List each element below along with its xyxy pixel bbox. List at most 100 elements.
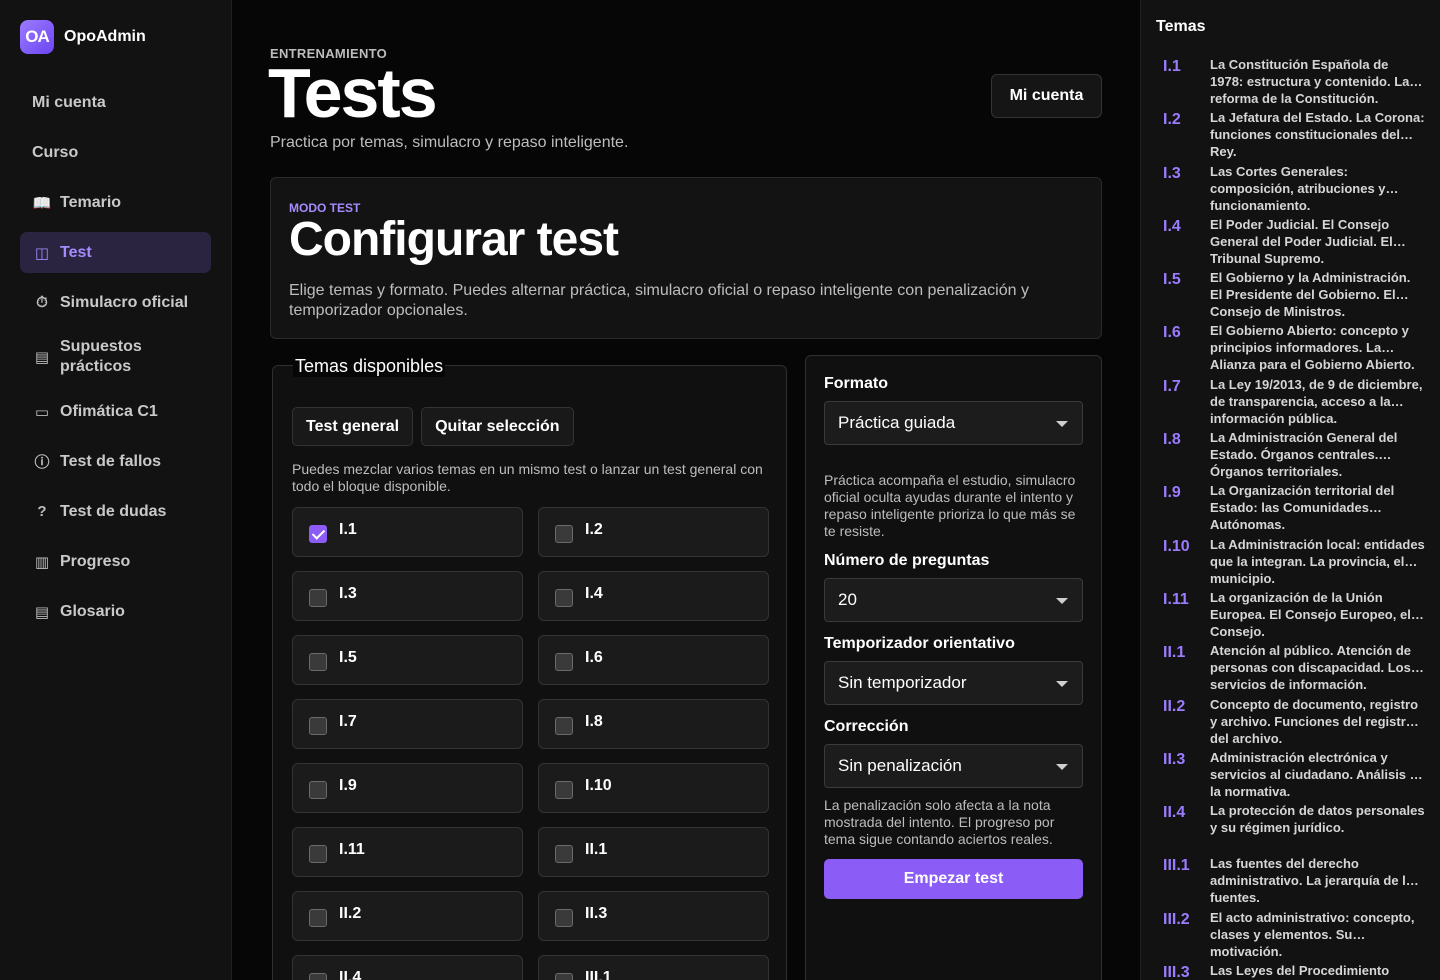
sidebar-item-label: Supuestos prácticos (60, 338, 142, 375)
topic-option[interactable]: II.2 (292, 891, 523, 941)
sidebar-item-temario[interactable]: 📖 Temario (20, 182, 211, 223)
topic-option[interactable]: I.1 (292, 507, 523, 557)
topic-checkbox[interactable] (555, 973, 573, 980)
start-test-button[interactable]: Empezar test (824, 859, 1083, 899)
topic-option[interactable]: I.6 (538, 635, 769, 685)
topic-checkbox[interactable] (555, 653, 573, 671)
sidebar-item-test-de-fallos[interactable]: ⓘ Test de fallos (20, 441, 211, 482)
tema-code: I.2 (1163, 111, 1181, 129)
correction-select[interactable]: Sin penalización (824, 744, 1083, 788)
tema-item[interactable]: I.2 La Jefatura del Estado. La Corona: fu… (1155, 109, 1435, 162)
tema-item[interactable]: I.3 Las Cortes Generales: composición, at… (1155, 163, 1435, 216)
tema-code: II.3 (1163, 750, 1186, 768)
topic-option[interactable]: I.3 (292, 571, 523, 621)
sidebar-item-label: Test de fallos (60, 452, 162, 470)
clipboard-icon: ▤ (34, 349, 50, 366)
topic-option[interactable]: I.9 (292, 763, 523, 813)
topic-checkbox[interactable] (309, 589, 327, 607)
topic-option[interactable]: III.1 (538, 955, 769, 980)
topic-checkbox[interactable] (309, 973, 327, 980)
account-button[interactable]: Mi cuenta (991, 74, 1102, 118)
tema-item[interactable]: I.10 La Administración local: entidades q… (1155, 536, 1435, 589)
tema-code: III.3 (1163, 964, 1190, 980)
topic-checkbox[interactable] (555, 909, 573, 927)
tema-item[interactable]: III.3 Las Leyes del Procedimiento Adminis… (1155, 962, 1435, 980)
tema-item[interactable]: II.4 La protección de datos personales y … (1155, 802, 1435, 855)
topic-checkbox[interactable] (309, 845, 327, 863)
topic-option[interactable]: I.11 (292, 827, 523, 877)
topic-option[interactable]: I.8 (538, 699, 769, 749)
topic-code: I.3 (339, 585, 357, 602)
tema-item[interactable]: I.11 La organización de la Unión Europea.… (1155, 589, 1435, 642)
sidebar: OA OpoAdmin Mi cuenta Curso 📖 Temario ◫ Test ⏱… (0, 0, 232, 980)
sidebar-item-curso[interactable]: Curso (20, 132, 211, 173)
topic-checkbox[interactable] (555, 589, 573, 607)
tema-item[interactable]: I.9 La Organización territorial del Estad… (1155, 482, 1435, 535)
chevron-down-icon (1056, 598, 1068, 604)
tema-item[interactable]: I.4 El Poder Judicial. El Consejo General… (1155, 216, 1435, 269)
tema-item[interactable]: I.7 La Ley 19/2013, de 9 de diciembre, de… (1155, 376, 1435, 429)
sidebar-item-supuestos-prácticos[interactable]: ▤ Supuestos prácticos (20, 332, 211, 382)
page-title: Tests (268, 54, 438, 132)
library-icon: ▤ (34, 603, 50, 621)
sidebar-item-mi-cuenta[interactable]: Mi cuenta (20, 82, 211, 123)
format-label: Formato (824, 375, 888, 392)
tema-item[interactable]: I.1 La Constitución Española de 1978: est… (1155, 56, 1435, 109)
topic-checkbox[interactable] (555, 525, 573, 543)
tema-text: El acto administrativo: concepto, clases… (1210, 909, 1415, 959)
tema-item[interactable]: I.8 La Administración General del Estado.… (1155, 429, 1435, 482)
tema-text: La organización de la Unión Europea. El … (1210, 589, 1411, 639)
sidebar-item-ofimática-c1[interactable]: ▭ Ofimática C1 (20, 391, 211, 432)
sidebar-item-test[interactable]: ◫ Test (20, 232, 211, 273)
topic-option[interactable]: II.1 (538, 827, 769, 877)
sidebar-item-label: Simulacro oficial (60, 293, 189, 311)
timer-select[interactable]: Sin temporizador (824, 661, 1083, 705)
topic-option[interactable]: I.7 (292, 699, 523, 749)
topic-option[interactable]: II.4 (292, 955, 523, 980)
sidebar-item-test-de-dudas[interactable]: ? Test de dudas (20, 491, 211, 532)
topic-code: I.8 (585, 713, 603, 730)
tema-item[interactable]: I.5 El Gobierno y la Administración. El P… (1155, 269, 1435, 322)
tema-item[interactable]: II.3 Administración electrónica y servici… (1155, 749, 1435, 802)
topic-checkbox[interactable] (309, 653, 327, 671)
topic-checkbox[interactable] (555, 717, 573, 735)
tema-item[interactable]: I.6 El Gobierno Abierto: concepto y princ… (1155, 322, 1435, 375)
topic-checkbox[interactable] (309, 717, 327, 735)
topic-option[interactable]: I.5 (292, 635, 523, 685)
general-test-button[interactable]: Test general (292, 407, 414, 446)
tema-code: I.1 (1163, 58, 1181, 75)
sidebar-nav: Mi cuenta Curso 📖 Temario ◫ Test ⏱ Simulacro of… (20, 82, 211, 641)
tema-code: I.11 (1163, 590, 1189, 608)
topic-checkbox[interactable] (309, 781, 327, 799)
topic-checkbox[interactable] (309, 909, 327, 927)
topic-checkbox[interactable] (555, 845, 573, 863)
tema-text: La Jefatura del Estado. La Corona: funci… (1210, 110, 1425, 160)
topic-option[interactable]: I.10 (538, 763, 769, 813)
topic-option[interactable]: I.2 (538, 507, 769, 557)
tema-item[interactable]: III.1 Las fuentes del derecho administrat… (1155, 855, 1435, 908)
stopwatch-icon: ⏱ (36, 294, 48, 311)
sidebar-item-label: Progreso (60, 552, 131, 570)
topic-option[interactable]: I.4 (538, 571, 769, 621)
tema-item[interactable]: II.1 Atención al público. Atención de per… (1155, 642, 1435, 695)
clear-selection-button[interactable]: Quitar selección (421, 407, 574, 446)
chevron-down-icon (1056, 764, 1068, 770)
tema-item[interactable]: II.2 Concepto de documento, registro y ar… (1155, 696, 1435, 749)
questions-value: 20 (838, 590, 857, 609)
topic-checkbox[interactable] (555, 781, 573, 799)
tema-item[interactable]: III.2 El acto administrativo: concepto, c… (1155, 909, 1435, 962)
topic-code: I.6 (585, 649, 603, 666)
config-card: MODO TEST Configurar test Elige temas y … (270, 177, 1102, 339)
sidebar-item-glosario[interactable]: ▤ Glosario (20, 591, 211, 632)
topic-code: I.10 (585, 777, 612, 794)
brand[interactable]: OA OpoAdmin (20, 20, 146, 54)
sidebar-item-simulacro-oficial[interactable]: ⏱ Simulacro oficial (20, 282, 211, 323)
topic-checkbox[interactable] (309, 525, 327, 543)
sidebar-item-progreso[interactable]: ▥ Progreso (20, 541, 211, 582)
format-select[interactable]: Práctica guiada (824, 401, 1083, 445)
topics-fieldset: Temas disponibles Test general Quitar se… (272, 356, 787, 980)
tema-code: I.5 (1163, 271, 1181, 289)
tema-text: La Administración General del Estado. Ór… (1210, 430, 1398, 480)
questions-select[interactable]: 20 (824, 578, 1083, 622)
topic-option[interactable]: II.3 (538, 891, 769, 941)
